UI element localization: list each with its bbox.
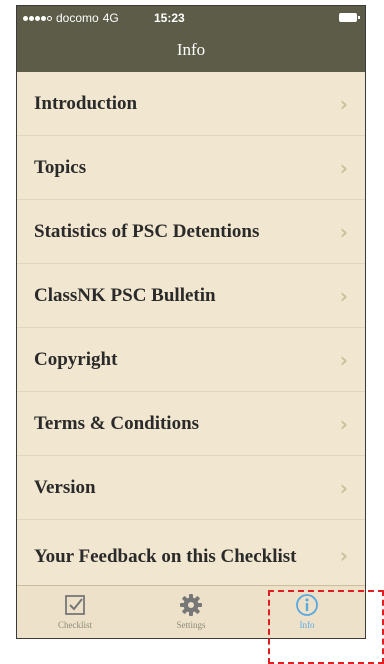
tab-info[interactable]: Info — [249, 586, 365, 638]
tab-label: Checklist — [58, 620, 92, 630]
tab-settings[interactable]: Settings — [133, 586, 249, 638]
tab-checklist[interactable]: Checklist — [17, 586, 133, 638]
nav-title: Info — [176, 40, 206, 59]
menu-item-statistics[interactable]: Statistics of PSC Detentions › — [17, 200, 365, 264]
battery-icon — [339, 13, 360, 22]
menu-item-label: Your Feedback on this Checklist — [34, 545, 297, 567]
tab-label: Settings — [176, 620, 206, 630]
menu-item-label: Terms & Conditions — [34, 412, 200, 434]
carrier-name: docomo — [56, 11, 99, 25]
gear-icon — [178, 592, 204, 618]
carrier-info: docomo 4G — [23, 11, 119, 25]
chevron-right-icon: › — [339, 475, 348, 500]
menu-item-bulletin[interactable]: ClassNK PSC Bulletin › — [17, 264, 365, 328]
menu-item-terms[interactable]: Terms & Conditions › — [17, 392, 365, 456]
chevron-right-icon: › — [339, 155, 348, 180]
menu-item-version[interactable]: Version › — [17, 456, 365, 520]
checkbox-icon — [62, 592, 88, 618]
status-bar: docomo 4G 15:23 — [17, 6, 365, 30]
menu-item-label: Statistics of PSC Detentions — [34, 220, 260, 242]
chevron-right-icon: › — [339, 219, 348, 244]
menu-item-topics[interactable]: Topics › — [17, 136, 365, 200]
chevron-right-icon: › — [339, 283, 348, 308]
network-type: 4G — [102, 11, 119, 25]
status-time: 15:23 — [154, 11, 185, 25]
menu-item-label: Topics — [34, 156, 87, 178]
menu-item-label: Version — [34, 476, 96, 498]
menu-item-feedback[interactable]: Your Feedback on this Checklist › — [17, 520, 365, 593]
menu-item-copyright[interactable]: Copyright › — [17, 328, 365, 392]
menu-item-label: Introduction — [34, 92, 138, 114]
signal-strength-icon — [23, 15, 52, 21]
chevron-right-icon: › — [339, 91, 348, 116]
info-menu-list: Introduction › Topics › Statistics of PS… — [17, 72, 365, 593]
nav-bar: Info — [17, 30, 365, 72]
tab-label: Info — [299, 620, 315, 630]
tab-bar: Checklist Settings Info — [17, 585, 365, 638]
chevron-right-icon: › — [339, 411, 348, 436]
info-icon — [294, 592, 320, 618]
menu-item-label: Copyright — [34, 348, 118, 370]
chevron-right-icon: › — [339, 543, 348, 568]
chevron-right-icon: › — [339, 347, 348, 372]
menu-item-introduction[interactable]: Introduction › — [17, 72, 365, 136]
menu-item-label: ClassNK PSC Bulletin — [34, 284, 216, 306]
phone-screen: docomo 4G 15:23 Info Introduction › Topi… — [16, 5, 366, 639]
